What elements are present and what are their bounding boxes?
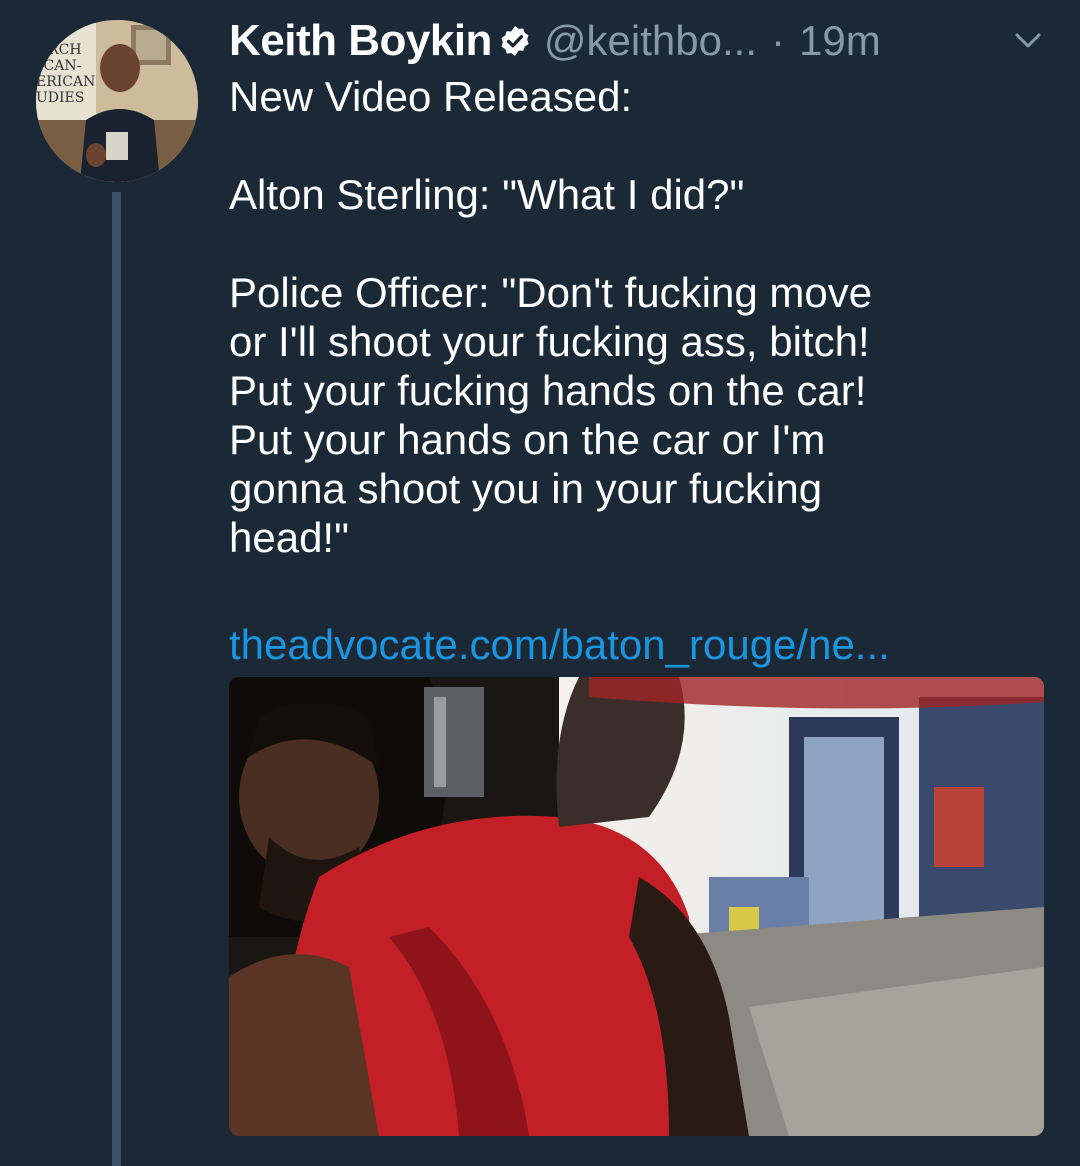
tweet-text-line: head!" xyxy=(229,514,350,561)
tweet-text-line: New Video Released: xyxy=(229,73,633,120)
avatar-sign-line: ARCH xyxy=(37,42,82,58)
author-handle[interactable]: @keithbo... xyxy=(544,17,757,65)
verified-badge-icon xyxy=(501,26,529,56)
avatar-sign-line: E F xyxy=(42,26,67,42)
avatar-photo: E F ARCH ICAN- ERICAN UDIES xyxy=(36,20,198,182)
video-frame-image xyxy=(229,677,1044,1136)
article-link[interactable]: theadvocate.com/baton_rouge/ne... xyxy=(229,620,890,669)
chevron-down-icon[interactable] xyxy=(1013,31,1043,51)
tweet-header: Keith Boykin @keithbo... · 19m xyxy=(229,10,1049,72)
tweet-text-line: or I'll shoot your fucking ass, bitch! xyxy=(229,318,870,365)
video-thumbnail[interactable] xyxy=(229,677,1044,1136)
tweet-text-line: Alton Sterling: "What I did?" xyxy=(229,171,745,218)
tweet-text-line: Put your fucking hands on the car! xyxy=(229,367,867,414)
tweet-text-line: Put your hands on the car or I'm xyxy=(229,416,826,463)
separator-dot: · xyxy=(771,17,785,64)
tweet-text-line: Police Officer: "Don't fucking move xyxy=(229,269,873,316)
tweet-timestamp[interactable]: 19m xyxy=(799,17,881,65)
avatar-sign-line: ERICAN xyxy=(36,74,95,90)
tweet-content: Keith Boykin @keithbo... · 19m New Video… xyxy=(229,10,1049,669)
author-avatar[interactable]: E F ARCH ICAN- ERICAN UDIES xyxy=(36,20,198,182)
avatar-sign-line: ICAN- xyxy=(38,58,82,74)
author-name[interactable]: Keith Boykin xyxy=(229,16,492,66)
thread-connector-line xyxy=(112,192,121,1166)
tweet-text-line: gonna shoot you in your fucking xyxy=(229,465,823,512)
avatar-sign-line: UDIES xyxy=(36,90,84,106)
